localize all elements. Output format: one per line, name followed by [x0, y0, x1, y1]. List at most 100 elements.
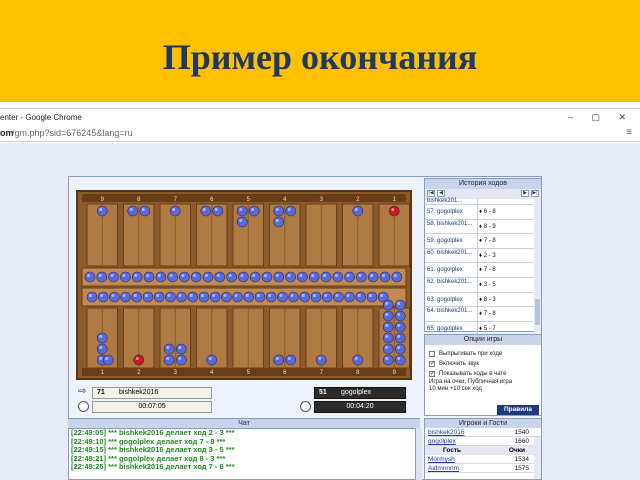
checker-shine	[223, 294, 227, 297]
checker	[221, 291, 232, 303]
clock-icon	[300, 401, 311, 412]
option-show-moves[interactable]: ✓ Показывать ходы в чате	[425, 369, 541, 379]
first-move-icon[interactable]: |◀	[427, 190, 435, 197]
checker-shine	[99, 208, 103, 211]
checker	[394, 321, 406, 333]
player2-timer: 00:04:20	[300, 401, 406, 413]
checker	[297, 271, 308, 283]
checker	[179, 271, 190, 283]
checker-shine	[318, 357, 322, 360]
checkbox-checked[interactable]: ✓	[429, 371, 435, 377]
checker-shine	[208, 357, 212, 360]
checker-shine	[397, 346, 401, 349]
checker-shine	[397, 313, 401, 316]
checker	[163, 354, 175, 366]
chat-log[interactable]: [22:49:05] *** bishkek2016 делает ход 2 …	[68, 428, 416, 480]
checker-shine	[216, 274, 220, 277]
checker-shine	[346, 294, 350, 297]
window-controls[interactable]: – ▢ ✕	[568, 112, 634, 123]
checker	[206, 354, 218, 366]
history-scrollbar[interactable]	[534, 199, 541, 332]
checkbox-checked[interactable]: ✓	[429, 361, 435, 367]
checker-shine	[290, 294, 294, 297]
checker-shine	[100, 294, 104, 297]
history-row[interactable]: 62. bishkek201... ♦ 3 - 5	[425, 277, 535, 293]
checker-shine	[234, 294, 238, 297]
history-row[interactable]: 59. gogolplex ♦ 7 - 8	[425, 234, 535, 249]
checker	[273, 205, 285, 217]
player-row[interactable]: bishkek2016 1540	[425, 428, 541, 437]
player-row[interactable]: gogolplex 1660	[425, 437, 541, 446]
checker-shine	[397, 324, 401, 327]
history-row[interactable]: 61. gogolplex ♦ 7 - 8	[425, 263, 535, 278]
checker-shine	[252, 274, 256, 277]
next-move-icon[interactable]: ▶	[521, 190, 529, 197]
option-sound[interactable]: ✓ Включить звук	[425, 359, 541, 369]
checker-shine	[135, 357, 139, 360]
slide-title: Пример окончания	[162, 37, 478, 77]
checkbox[interactable]	[429, 351, 435, 357]
backgammon-board[interactable]: 987654321123456789	[76, 190, 412, 380]
checker	[97, 291, 109, 303]
player2-score: 51	[319, 389, 327, 396]
option-jump[interactable]: Выпрыгивать при ходе	[425, 349, 541, 359]
checker	[226, 271, 237, 283]
checker	[212, 205, 224, 217]
checker-shine	[167, 294, 171, 297]
checker-shine	[189, 294, 193, 297]
checker-shine	[354, 208, 358, 211]
history-rows: bishkek201... 57. gogolplex ♦ 6 - 8 58. b…	[425, 198, 535, 337]
checker	[285, 205, 297, 217]
checker-shine	[145, 294, 148, 297]
players-scrollbar[interactable]	[534, 437, 541, 479]
checker	[209, 291, 221, 303]
rules-button[interactable]: Правила	[497, 405, 539, 415]
checker	[394, 354, 406, 366]
checker	[382, 321, 394, 333]
checker	[273, 354, 285, 366]
scroll-thumb[interactable]	[535, 299, 540, 325]
checker-shine	[393, 274, 397, 277]
checker	[165, 291, 176, 303]
prev-move-icon[interactable]: ◀	[437, 190, 445, 197]
checker	[352, 354, 364, 366]
checker	[84, 271, 96, 283]
checker	[96, 343, 108, 355]
checker	[320, 271, 332, 283]
checker	[175, 354, 187, 366]
checker-shine	[287, 208, 291, 211]
last-move-icon[interactable]: ▶|	[531, 190, 539, 197]
checker-shine	[354, 357, 358, 360]
checker	[139, 205, 151, 217]
history-row[interactable]: 60. bishkek201... ♦ 2 - 3	[425, 248, 535, 264]
checker	[265, 291, 277, 303]
checker	[249, 271, 261, 283]
menu-icon[interactable]: ≡	[626, 127, 632, 138]
checker	[200, 205, 212, 217]
checker-shine	[397, 335, 401, 338]
checker-shine	[323, 274, 326, 277]
history-row[interactable]: 63. gogolplex ♦ 8 - 3	[425, 292, 535, 308]
guest-row[interactable]: Aidmnnnm 1575	[425, 464, 541, 473]
checker	[169, 205, 181, 217]
address-bar[interactable]: om /gm.php?sid=676245&lang=ru ≡	[0, 126, 640, 142]
checker-shine	[99, 346, 103, 349]
checker-shine	[166, 346, 170, 349]
chat-scrollbar[interactable]	[416, 428, 422, 480]
checker-shine	[178, 357, 182, 360]
checker-shine	[313, 294, 316, 297]
guest-row[interactable]: Mormysh 1534	[425, 455, 541, 464]
history-row[interactable]: 57. gogolplex ♦ 6 - 8	[425, 205, 535, 220]
checker	[176, 291, 187, 303]
checker	[310, 291, 322, 303]
window-title: enter - Google Chrome	[0, 113, 82, 122]
checker-shine	[172, 208, 176, 211]
checker-shine	[397, 302, 401, 305]
history-row[interactable]: 64. bishkek201... ♦ 7 - 8	[425, 307, 535, 322]
checker	[120, 271, 131, 283]
browser-title-bar: enter - Google Chrome – ▢ ✕	[0, 108, 640, 126]
board-canvas[interactable]: 9 8 7 6 5 4 3 2 11 2 3 4 5 6 7 8 9	[78, 192, 410, 378]
history-row[interactable]: 58. bishkek201... ♦ 8 - 9	[425, 219, 535, 235]
checker	[187, 291, 199, 303]
checker-shine	[257, 294, 260, 297]
